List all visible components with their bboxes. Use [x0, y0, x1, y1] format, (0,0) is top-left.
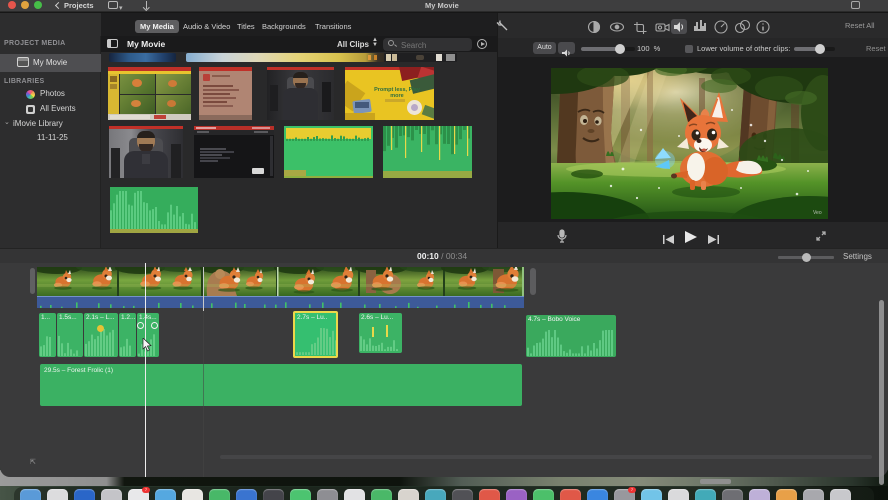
svg-text:Veo: Veo: [813, 210, 822, 216]
